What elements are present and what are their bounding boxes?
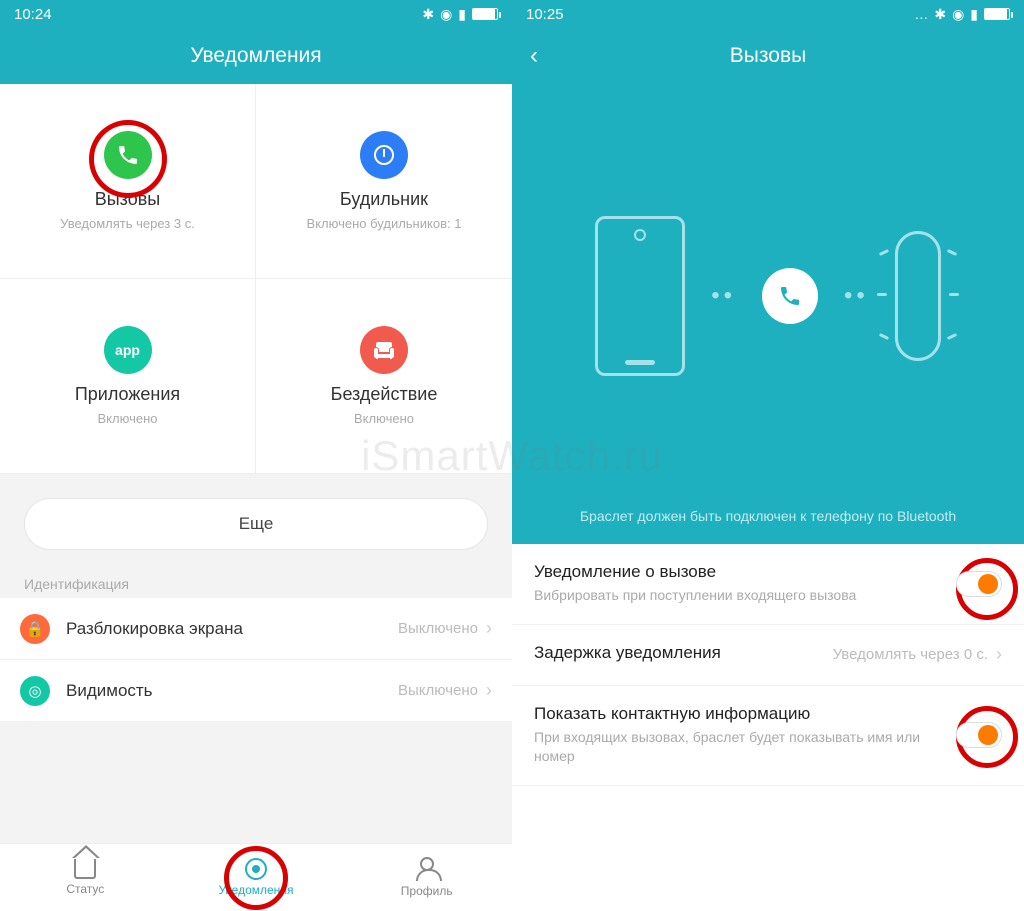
status-time: 10:24: [14, 6, 52, 23]
status-icons: ✱ ◉ ▮: [422, 6, 498, 23]
home-icon: [74, 859, 96, 879]
setting-title: Показать контактную информацию: [534, 704, 944, 724]
tile-sub: Включено: [98, 411, 158, 426]
app-icon: app: [104, 326, 152, 374]
nav-notifications[interactable]: Уведомления: [171, 844, 342, 911]
setting-title: Задержка уведомления: [534, 643, 821, 663]
wifi-icon: ◉: [440, 6, 452, 23]
row-title: Разблокировка экрана: [66, 619, 398, 639]
hero-section: •• •• Браслет должен быть подключен к те…: [512, 84, 1024, 544]
screen-calls: 10:25 … ✱ ◉ ▮ ‹ Вызовы •• ••: [512, 0, 1024, 911]
status-time: 10:25: [526, 6, 564, 23]
setting-delay[interactable]: Задержка уведомления Уведомлять через 0 …: [512, 625, 1024, 686]
chevron-right-icon: ›: [486, 618, 492, 639]
page-header: ‹ Вызовы: [512, 28, 1024, 84]
signal-icon: ▮: [970, 6, 978, 23]
tile-title: Бездействие: [331, 384, 438, 405]
dots-icon: ••: [844, 282, 869, 310]
row-value: Выключено: [398, 682, 478, 699]
band-outline-icon: [895, 231, 941, 361]
lock-icon: 🔒: [20, 614, 50, 644]
band-icon-group: [895, 231, 941, 361]
page-title: Вызовы: [730, 44, 806, 68]
setting-value: Уведомлять через 0 с.: [833, 646, 988, 663]
bluetooth-icon: ✱: [422, 6, 434, 23]
toggle-call-notify[interactable]: [956, 571, 1002, 597]
page-title: Уведомления: [190, 44, 321, 68]
phone-outline-icon: [595, 216, 685, 376]
section-label: Идентификация: [0, 564, 512, 598]
hero-illustration: •• ••: [595, 84, 941, 508]
setting-sub: Вибрировать при поступлении входящего вы…: [534, 586, 944, 606]
nav-profile[interactable]: Профиль: [341, 844, 512, 911]
row-visibility[interactable]: ◎ Видимость Выключено ›: [0, 660, 512, 722]
tile-apps[interactable]: app Приложения Включено: [0, 279, 256, 474]
tile-calls[interactable]: Вызовы Уведомлять через 3 с.: [0, 84, 256, 279]
bluetooth-icon: ✱: [934, 6, 946, 23]
hero-note: Браслет должен быть подключен к телефону…: [560, 508, 976, 524]
bottom-nav: Статус Уведомления Профиль: [0, 843, 512, 911]
dots-icon: ••: [711, 282, 736, 310]
row-value: Выключено: [398, 620, 478, 637]
tile-sub: Включено: [354, 411, 414, 426]
chevron-right-icon: ›: [996, 644, 1002, 665]
setting-title: Уведомление о вызове: [534, 562, 944, 582]
tile-title: Вызовы: [95, 189, 161, 210]
signal-icon: ▮: [458, 6, 466, 23]
alarm-icon: [360, 131, 408, 179]
chevron-right-icon: ›: [486, 680, 492, 701]
phone-icon: [104, 131, 152, 179]
screen-notifications: 10:24 ✱ ◉ ▮ Уведомления Вызовы Уведомлят…: [0, 0, 512, 911]
row-title: Видимость: [66, 681, 398, 701]
tile-title: Приложения: [75, 384, 180, 405]
notification-tiles: Вызовы Уведомлять через 3 с. Будильник В…: [0, 84, 512, 474]
tile-sub: Включено будильников: 1: [307, 216, 462, 231]
toggle-contact-info[interactable]: [956, 722, 1002, 748]
page-header: Уведомления: [0, 28, 512, 84]
row-unlock[interactable]: 🔒 Разблокировка экрана Выключено ›: [0, 598, 512, 660]
setting-sub: При входящих вызовах, браслет будет пока…: [534, 728, 944, 767]
couch-icon: [360, 326, 408, 374]
setting-contact-info[interactable]: Показать контактную информацию При входя…: [512, 686, 1024, 786]
tile-alarm[interactable]: Будильник Включено будильников: 1: [256, 84, 512, 279]
back-button[interactable]: ‹: [530, 44, 538, 68]
battery-icon: [984, 8, 1010, 20]
nav-status[interactable]: Статус: [0, 844, 171, 911]
profile-icon: [416, 857, 438, 881]
setting-call-notify[interactable]: Уведомление о вызове Вибрировать при пос…: [512, 544, 1024, 625]
tile-idle[interactable]: Бездействие Включено: [256, 279, 512, 474]
dots-icon: …: [914, 6, 928, 22]
wifi-icon: ◉: [952, 6, 964, 23]
visibility-icon: ◎: [20, 676, 50, 706]
status-bar: 10:24 ✱ ◉ ▮: [0, 0, 512, 28]
status-icons: … ✱ ◉ ▮: [914, 6, 1010, 23]
call-circle-icon: [762, 268, 818, 324]
target-icon: [245, 858, 267, 880]
more-button[interactable]: Еще: [24, 498, 488, 550]
status-bar: 10:25 … ✱ ◉ ▮: [512, 0, 1024, 28]
battery-icon: [472, 8, 498, 20]
tile-title: Будильник: [340, 189, 428, 210]
tile-sub: Уведомлять через 3 с.: [60, 216, 195, 231]
